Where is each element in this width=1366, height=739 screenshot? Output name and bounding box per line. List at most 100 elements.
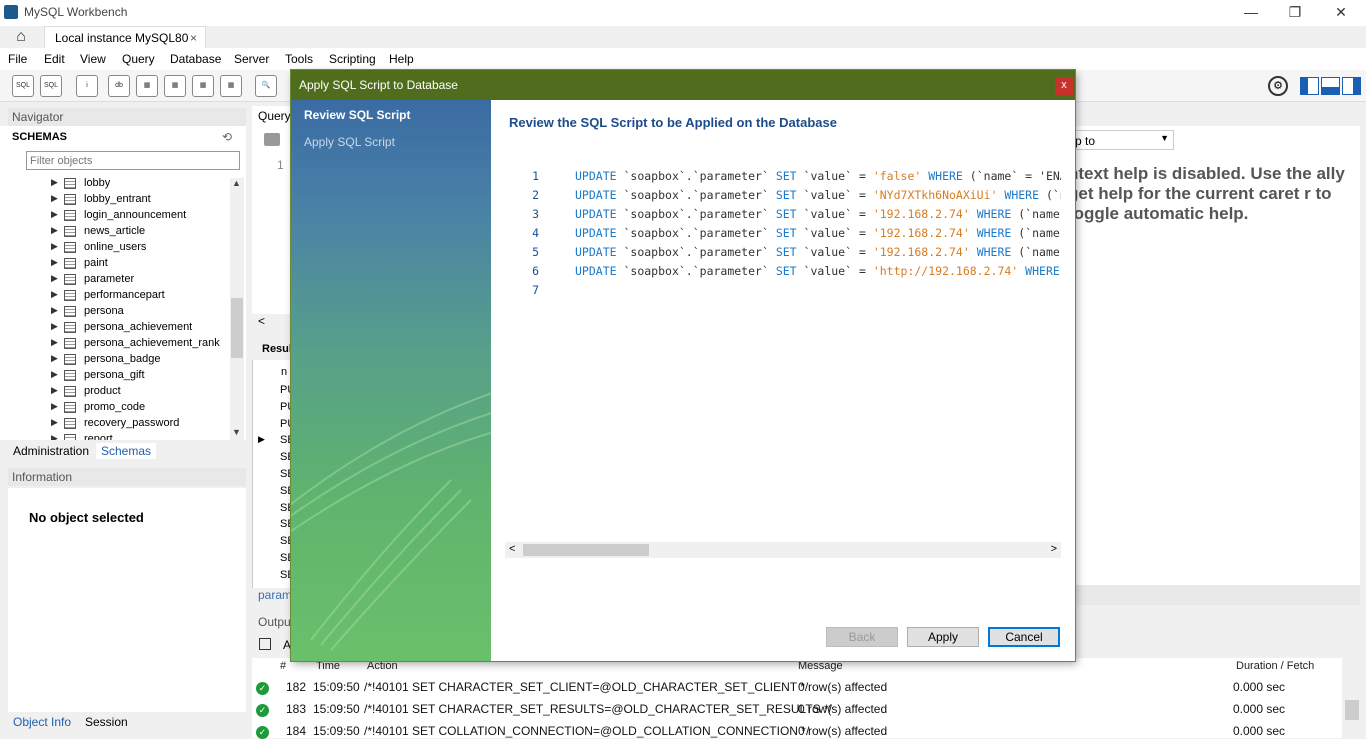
tree-item-table[interactable]: ▶ online_users <box>8 240 232 256</box>
expand-arrow-icon[interactable]: ▶ <box>51 257 58 268</box>
chevron-down-icon[interactable]: ▼ <box>232 427 241 437</box>
create-table-icon[interactable]: ▦ <box>136 75 158 97</box>
copy-icon[interactable] <box>259 638 271 650</box>
back-button[interactable]: Back <box>826 627 898 647</box>
connection-tab[interactable]: Local instance MySQL80 × <box>44 26 206 48</box>
sql-script-view[interactable]: 1 UPDATE `soapbox`.`parameter` SET `value… <box>501 166 1061 300</box>
output-col-duration[interactable]: Duration / Fetch <box>1236 660 1314 672</box>
expand-arrow-icon[interactable]: ▶ <box>51 369 58 380</box>
expand-arrow-icon[interactable]: ▶ <box>51 385 58 396</box>
close-tab-icon[interactable]: × <box>190 31 197 45</box>
result-grid-tab[interactable]: Resul <box>252 340 292 358</box>
tree-item-table[interactable]: ▶ lobby_entrant <box>8 192 232 208</box>
tree-item-table[interactable]: ▶ paint <box>8 256 232 272</box>
expand-arrow-icon[interactable]: ▶ <box>51 321 58 332</box>
expand-arrow-icon[interactable]: ▶ <box>51 305 58 316</box>
tree-item-table[interactable]: ▶ persona_gift <box>8 368 232 384</box>
chevron-right-icon[interactable]: > <box>1051 543 1057 555</box>
create-schema-icon[interactable]: db <box>108 75 130 97</box>
tree-item-table[interactable]: ▶ persona <box>8 304 232 320</box>
chevron-up-icon[interactable]: ▲ <box>232 178 241 188</box>
expand-arrow-icon[interactable]: ▶ <box>51 193 58 204</box>
grid-column-header[interactable]: n <box>281 366 287 378</box>
tree-item-table[interactable]: ▶ performancepart <box>8 288 232 304</box>
help-topic-select[interactable]: p to ▼ <box>1066 130 1174 150</box>
output-scroll-thumb[interactable] <box>1345 700 1359 720</box>
folder-icon[interactable] <box>264 133 280 146</box>
expand-arrow-icon[interactable]: ▶ <box>51 209 58 220</box>
tree-scroll-thumb[interactable] <box>231 298 243 358</box>
settings-icon[interactable]: ⚙ <box>1268 76 1288 96</box>
sql-editor[interactable] <box>252 126 292 316</box>
window-title: MySQL Workbench <box>24 5 128 19</box>
expand-arrow-icon[interactable]: ▶ <box>51 401 58 412</box>
tab-object-info[interactable]: Object Info <box>13 715 71 729</box>
expand-arrow-icon[interactable]: ▶ <box>51 337 58 348</box>
editor-hscrollbar[interactable]: < <box>252 314 292 330</box>
output-col-time[interactable]: Time <box>316 660 340 672</box>
tree-item-table[interactable]: ▶ product <box>8 384 232 400</box>
menu-edit[interactable]: Edit <box>44 52 65 66</box>
chevron-left-icon[interactable]: < <box>509 543 515 555</box>
sql-scroll-thumb[interactable] <box>523 544 649 556</box>
tree-item-table[interactable]: ▶ persona_badge <box>8 352 232 368</box>
menu-database[interactable]: Database <box>170 52 221 66</box>
menu-server[interactable]: Server <box>234 52 269 66</box>
tab-parameter-result[interactable]: param <box>258 588 292 602</box>
filter-objects-input[interactable] <box>26 151 240 170</box>
menu-help[interactable]: Help <box>389 52 414 66</box>
chevron-left-icon[interactable]: < <box>258 314 265 328</box>
toggle-secondary-sidebar-icon[interactable] <box>1342 77 1361 95</box>
cancel-button[interactable]: Cancel <box>988 627 1060 647</box>
expand-arrow-icon[interactable]: ▶ <box>51 225 58 236</box>
home-icon[interactable]: ⌂ <box>10 28 32 46</box>
expand-arrow-icon[interactable]: ▶ <box>51 177 58 188</box>
create-procedure-icon[interactable]: ▦ <box>192 75 214 97</box>
expand-arrow-icon[interactable]: ▶ <box>51 353 58 364</box>
output-scrollbar[interactable] <box>1342 658 1362 738</box>
tree-item-table[interactable]: ▶ persona_achievement <box>8 320 232 336</box>
tree-item-table[interactable]: ▶ news_article <box>8 224 232 240</box>
restore-button[interactable]: ❐ <box>1280 4 1310 24</box>
tab-session[interactable]: Session <box>85 715 128 729</box>
toggle-sidebar-icon[interactable] <box>1300 77 1319 95</box>
output-col-message[interactable]: Message <box>798 660 843 672</box>
output-col-action[interactable]: Action <box>367 660 398 672</box>
menu-file[interactable]: File <box>8 52 27 66</box>
tree-item-table[interactable]: ▶ promo_code <box>8 400 232 416</box>
search-table-data-icon[interactable]: 🔍 <box>255 75 277 97</box>
open-sql-script-icon[interactable]: SQL <box>40 75 62 97</box>
output-mode-select[interactable]: A <box>283 638 291 652</box>
inspector-icon[interactable]: i <box>76 75 98 97</box>
create-function-icon[interactable]: ▦ <box>220 75 242 97</box>
tab-administration[interactable]: Administration <box>8 443 94 459</box>
expand-arrow-icon[interactable]: ▶ <box>51 417 58 428</box>
tab-schemas[interactable]: Schemas <box>96 443 157 459</box>
tab-query[interactable]: Query <box>252 106 296 126</box>
expand-arrow-icon[interactable]: ▶ <box>51 433 58 440</box>
create-view-icon[interactable]: ▦ <box>164 75 186 97</box>
minimize-button[interactable]: — <box>1236 4 1266 24</box>
tree-item-table[interactable]: ▶ login_announcement <box>8 208 232 224</box>
help-scrollbar[interactable] <box>1075 585 1360 605</box>
apply-button[interactable]: Apply <box>907 627 979 647</box>
tree-item-table[interactable]: ▶ lobby <box>8 176 232 192</box>
refresh-icon[interactable]: ⟲ <box>222 130 232 144</box>
tree-item-table[interactable]: ▶ parameter <box>8 272 232 288</box>
menu-query[interactable]: Query <box>122 52 155 66</box>
output-cell-message: 0 row(s) affected <box>798 702 888 716</box>
menu-tools[interactable]: Tools <box>285 52 313 66</box>
expand-arrow-icon[interactable]: ▶ <box>51 289 58 300</box>
tree-item-table[interactable]: ▶ persona_achievement_rank <box>8 336 232 352</box>
close-button[interactable]: ✕ <box>1326 4 1356 24</box>
new-sql-tab-icon[interactable]: SQL <box>12 75 34 97</box>
expand-arrow-icon[interactable]: ▶ <box>51 241 58 252</box>
tree-item-table[interactable]: ▶ report <box>8 432 232 440</box>
dialog-close-icon[interactable]: x <box>1055 77 1073 95</box>
tree-item-table[interactable]: ▶ recovery_password <box>8 416 232 432</box>
menu-scripting[interactable]: Scripting <box>329 52 376 66</box>
toggle-output-icon[interactable] <box>1321 77 1340 95</box>
menu-view[interactable]: View <box>80 52 106 66</box>
expand-arrow-icon[interactable]: ▶ <box>51 273 58 284</box>
output-col-num[interactable]: # <box>280 660 286 672</box>
